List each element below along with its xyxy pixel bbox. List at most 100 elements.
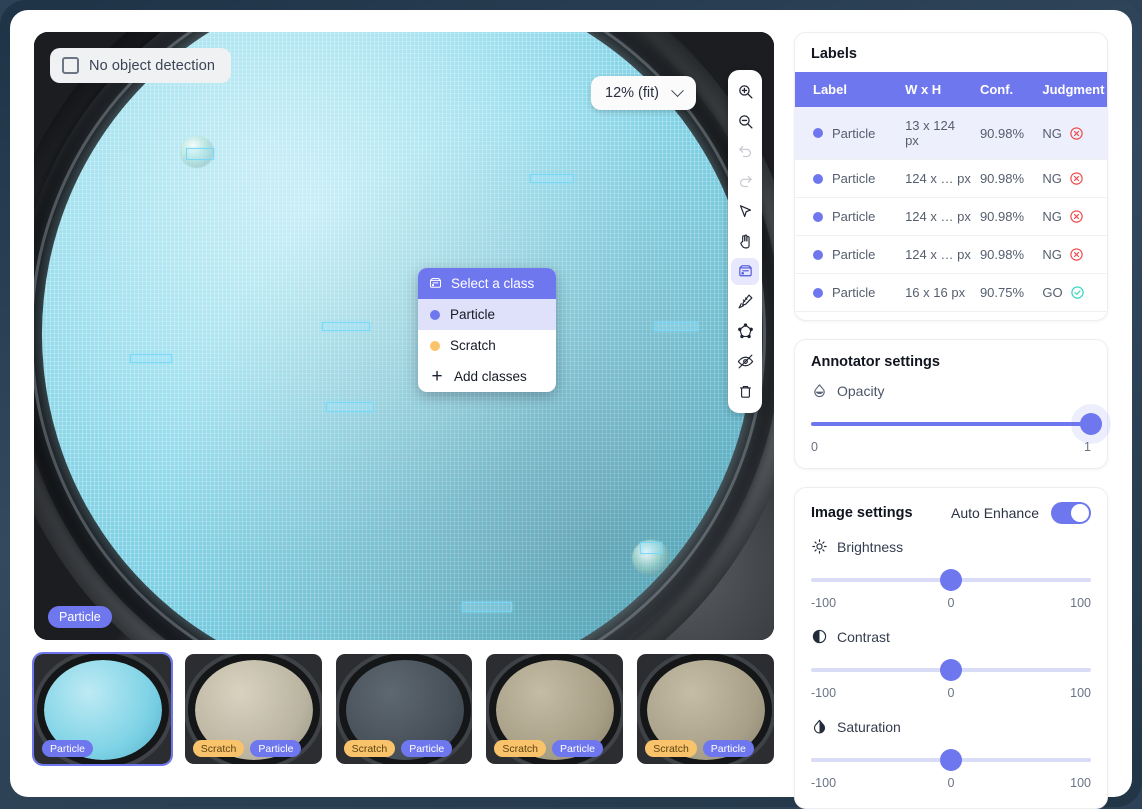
annotation-box-2[interactable] (322, 322, 370, 331)
opacity-slider[interactable] (811, 413, 1091, 435)
error-circle-icon (1069, 171, 1084, 186)
slider-knob[interactable] (1080, 413, 1102, 435)
labels-table-header: Label W x H Conf. Judgment (795, 72, 1107, 107)
opacity-row: Opacity (811, 382, 1091, 399)
annotation-box-1[interactable] (186, 148, 214, 160)
pan-hand-icon[interactable] (731, 228, 759, 255)
thumbnail-tag: Scratch (344, 740, 396, 757)
toggle-knob (1071, 504, 1089, 522)
annotation-box-4[interactable] (654, 322, 698, 331)
check-circle-icon (1070, 285, 1085, 300)
cell-size: 124 x … px (901, 160, 976, 198)
class-item-scratch[interactable]: Scratch (418, 330, 556, 361)
thumbnail-item-1[interactable]: Particle (34, 654, 171, 764)
checkbox-icon[interactable] (62, 57, 79, 74)
thumbnail-tag: Scratch (645, 740, 697, 757)
cell-size: 124 x … px (901, 198, 976, 236)
table-row[interactable]: Particle 13 x 124 px 90.98% NG (795, 107, 1107, 160)
error-circle-icon (1069, 209, 1084, 224)
image-settings-header: Image settings Auto Enhance (811, 502, 1091, 524)
cell-size: 16 x 16 px (901, 274, 976, 312)
table-header-row: Label W x H Conf. Judgment (795, 72, 1107, 107)
labels-title: Labels (795, 33, 1107, 72)
class-color-dot-icon (430, 341, 440, 351)
auto-enhance-toggle[interactable] (1051, 502, 1091, 524)
thumbnail-item-4[interactable]: Scratch Particle (486, 654, 623, 764)
cell-conf: 90.98% (976, 198, 1038, 236)
cell-size: 124 x … px (901, 236, 976, 274)
thumbnail-tag: Scratch (494, 740, 546, 757)
annotation-box-7[interactable] (530, 174, 574, 183)
thumbnail-strip: Particle Scratch Particle Scratch Partic… (34, 654, 774, 766)
slider-max-label: 100 (1070, 776, 1091, 790)
cell-conf: 90.75% (976, 274, 1038, 312)
sun-icon (811, 538, 828, 555)
cell-judgment: NG (1038, 236, 1107, 274)
slider-value-label: 0 (948, 776, 955, 790)
brush-icon[interactable] (731, 288, 759, 315)
brightness-slider[interactable] (811, 569, 1091, 591)
slider-value-label: 0 (948, 596, 955, 610)
trash-icon[interactable] (731, 378, 759, 405)
image-canvas[interactable]: No object detection 12% (fit) (34, 32, 774, 640)
zoom-level-select[interactable]: 12% (fit) (591, 76, 696, 110)
auto-enhance-row[interactable]: Auto Enhance (951, 502, 1091, 524)
slider-fill (811, 422, 1091, 426)
thumbnail-item-2[interactable]: Scratch Particle (185, 654, 322, 764)
class-item-particle[interactable]: Particle (418, 299, 556, 330)
annotator-settings-title: Annotator settings (811, 354, 1091, 370)
column-conf: Conf. (976, 72, 1038, 107)
opacity-drop-icon (811, 382, 828, 399)
thumbnail-item-3[interactable]: Scratch Particle (336, 654, 473, 764)
zoom-out-icon[interactable] (731, 108, 759, 135)
annotation-box-8[interactable] (640, 542, 662, 554)
table-row[interactable]: Particle 124 x … px 90.98% NG (795, 198, 1107, 236)
thumbnail-tag: Particle (42, 740, 93, 757)
thumbnail-tag: Particle (703, 740, 754, 757)
table-row[interactable]: Particle 16 x 16 px 90.75% GO (795, 274, 1107, 312)
annotation-box-3[interactable] (130, 354, 172, 363)
class-popup-header: Select a class (418, 268, 556, 299)
contrast-slider[interactable] (811, 659, 1091, 681)
image-settings-card: Image settings Auto Enhance Brightness -… (794, 487, 1108, 809)
saturation-slider[interactable] (811, 749, 1091, 771)
plus-icon: + (430, 371, 444, 383)
table-row[interactable]: Particle 124 x … px 90.98% NG (795, 236, 1107, 274)
class-item-label: Scratch (450, 338, 496, 353)
no-object-detection-chip[interactable]: No object detection (50, 48, 231, 83)
annotation-box-6[interactable] (462, 602, 512, 612)
annotation-toolbar (728, 70, 762, 413)
slider-knob[interactable] (940, 659, 962, 681)
bounding-box-icon[interactable] (731, 258, 759, 285)
image-settings-title: Image settings (811, 505, 913, 521)
annotator-settings-card: Annotator settings Opacity 0 1 (794, 339, 1108, 469)
no-object-detection-label: No object detection (89, 58, 215, 74)
chevron-down-icon (671, 84, 684, 97)
cell-conf: 90.98% (976, 107, 1038, 160)
judgment-text: GO (1042, 285, 1062, 300)
polygon-icon[interactable] (731, 318, 759, 345)
annotation-box-5[interactable] (326, 402, 374, 412)
slider-knob[interactable] (940, 569, 962, 591)
cursor-select-icon[interactable] (731, 198, 759, 225)
cell-judgment: NG (1038, 198, 1107, 236)
table-row[interactable]: Particle 124 x … px 90.98% NG (795, 160, 1107, 198)
slider-knob[interactable] (940, 749, 962, 771)
thumbnail-tags: Scratch Particle (344, 740, 453, 757)
cell-conf: 90.98% (976, 236, 1038, 274)
slider-min-label: -100 (811, 596, 836, 610)
add-classes-button[interactable]: + Add classes (418, 361, 556, 392)
brightness-scale: -100 0 100 (811, 596, 1091, 614)
slider-max-label: 100 (1070, 596, 1091, 610)
label-text: Particle (832, 126, 875, 141)
app-frame: No object detection 12% (fit) (0, 0, 1142, 807)
eye-off-icon[interactable] (731, 348, 759, 375)
slider-max-label: 1 (1084, 440, 1091, 454)
class-color-dot-icon (813, 128, 823, 138)
zoom-in-icon[interactable] (731, 78, 759, 105)
thumbnail-item-5[interactable]: Scratch Particle (637, 654, 774, 764)
cell-judgment: NG (1038, 107, 1107, 160)
slider-min-label: -100 (811, 686, 836, 700)
label-text: Particle (832, 285, 875, 300)
class-selection-popup: Select a class Particle Scratch + Add cl… (418, 268, 556, 392)
